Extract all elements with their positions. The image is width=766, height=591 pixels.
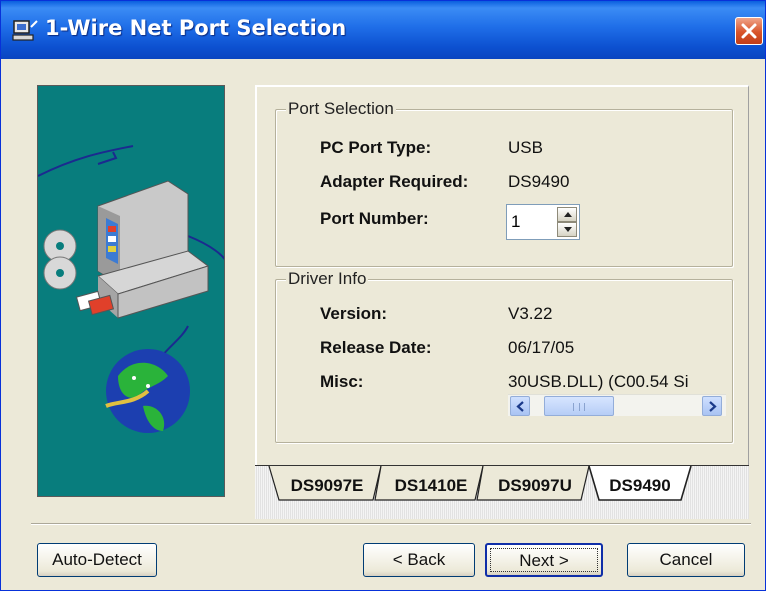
auto-detect-button[interactable]: Auto-Detect <box>37 543 157 577</box>
window-title: 1-Wire Net Port Selection <box>45 16 347 40</box>
dialog-window: 1-Wire Net Port Selection Port Selection… <box>0 0 766 591</box>
button-separator <box>31 523 751 525</box>
computer-wire-icon <box>11 17 39 43</box>
tab-ds9490[interactable]: DS9490 <box>597 472 683 502</box>
arrow-right-icon <box>709 401 717 412</box>
close-icon <box>741 23 757 39</box>
misc-value: 30USB.DLL) (C00.54 Si <box>508 372 689 391</box>
misc-scroll-box: 30USB.DLL) (C00.54 Si <box>508 370 726 428</box>
port-number-value[interactable]: 1 <box>511 212 520 232</box>
release-date-value: 06/17/05 <box>508 338 575 357</box>
arrow-down-icon <box>564 227 572 232</box>
scroll-thumb[interactable] <box>544 396 614 416</box>
next-button[interactable]: Next > <box>485 543 603 577</box>
spin-up-button[interactable] <box>557 207 577 222</box>
horizontal-scrollbar[interactable] <box>508 394 726 416</box>
tab-ds9097u[interactable]: DS9097U <box>485 472 585 502</box>
grip-icon <box>573 403 585 411</box>
title-bar[interactable]: 1-Wire Net Port Selection <box>1 1 765 59</box>
version-label: Version: <box>320 304 388 323</box>
cancel-label: Cancel <box>659 550 713 569</box>
port-number-label: Port Number: <box>320 209 429 228</box>
auto-detect-label: Auto-Detect <box>52 550 142 569</box>
port-number-spinner[interactable]: 1 <box>506 204 580 240</box>
back-label: < Back <box>392 550 446 569</box>
network-illustration <box>37 85 225 497</box>
adapter-required-label: Adapter Required: <box>320 172 469 191</box>
close-button[interactable] <box>735 17 763 45</box>
cancel-button[interactable]: Cancel <box>627 543 745 577</box>
arrow-left-icon <box>516 401 524 412</box>
arrow-up-icon <box>564 212 572 217</box>
driver-info-group: Driver Info Version: V3.22 Release Date:… <box>275 269 733 443</box>
tab-strip: DS9097E DS1410E DS9097U DS9490 <box>255 465 749 519</box>
version-value: V3.22 <box>508 304 553 323</box>
spin-down-button[interactable] <box>557 222 577 237</box>
tab-ds1410e[interactable]: DS1410E <box>383 472 479 502</box>
adapter-required-value: DS9490 <box>508 172 570 191</box>
misc-label: Misc: <box>320 372 364 391</box>
driver-info-legend: Driver Info <box>286 269 369 289</box>
port-selection-group: Port Selection PC Port Type: USB Adapter… <box>275 99 733 267</box>
pc-port-type-value: USB <box>508 138 543 157</box>
scroll-right-button[interactable] <box>702 396 722 416</box>
back-button[interactable]: < Back <box>363 543 475 577</box>
pc-port-type-label: PC Port Type: <box>320 138 432 157</box>
tab-panel-ds9490: Port Selection PC Port Type: USB Adapter… <box>255 85 749 465</box>
computer-network-illustration <box>38 145 224 433</box>
release-date-label: Release Date: <box>320 338 432 357</box>
tab-ds9097e[interactable]: DS9097E <box>279 472 375 502</box>
port-selection-legend: Port Selection <box>286 99 396 119</box>
scroll-left-button[interactable] <box>510 396 530 416</box>
